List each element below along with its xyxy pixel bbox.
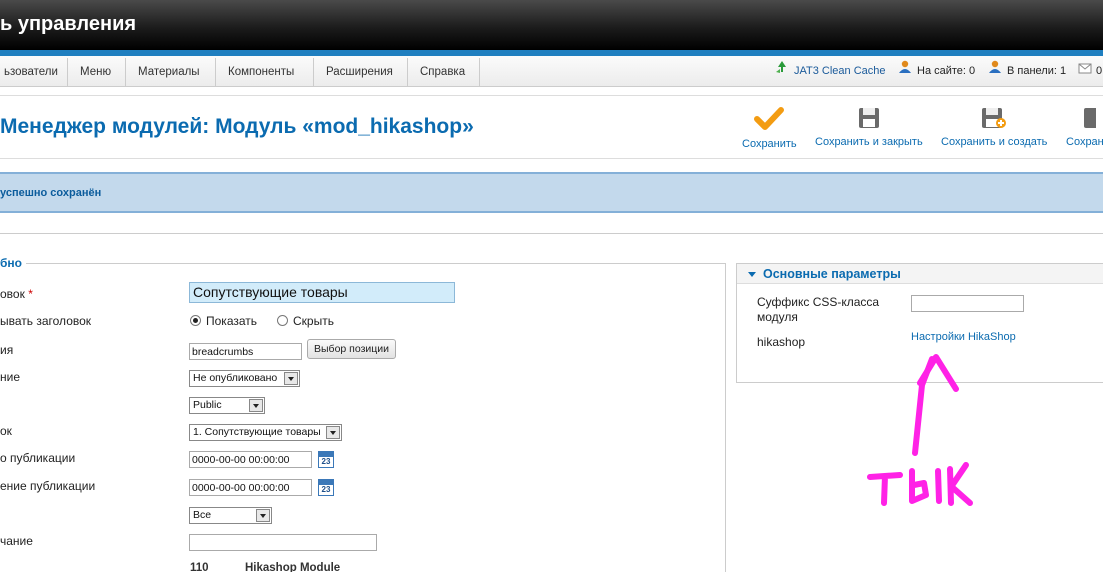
hikashop-settings-link[interactable]: Настройки HikaShop: [911, 331, 1016, 343]
save-copy-button[interactable]: Сохран: [1066, 106, 1103, 148]
handwritten-annotation: [860, 345, 980, 513]
checkmark-icon: [754, 107, 785, 130]
menu-users[interactable]: ьзователи: [0, 58, 68, 86]
user-icon: [988, 56, 1003, 86]
title-label: овок *: [0, 287, 33, 301]
chevron-down-icon: [249, 399, 263, 412]
details-fieldset: [0, 263, 726, 572]
position-label: ия: [0, 343, 14, 357]
page-title: Менеджер модулей: Модуль «mod_hikashop»: [0, 115, 474, 138]
ordering-select[interactable]: 1. Сопутствующие товары: [189, 424, 342, 441]
publish-start-input[interactable]: 0000-00-00 00:00:00: [189, 451, 312, 468]
menu-components[interactable]: Компоненты: [216, 58, 314, 86]
collapse-arrow-icon: [748, 272, 756, 277]
menu-menus[interactable]: Меню: [68, 58, 126, 86]
status-label: ние: [0, 370, 21, 384]
details-legend: бно: [0, 256, 26, 270]
mail-icon: [1078, 56, 1092, 86]
position-input[interactable]: breadcrumbs: [189, 343, 302, 360]
messages-status[interactable]: 0: [1078, 56, 1102, 86]
save-close-button[interactable]: Сохранить и закрыть: [815, 106, 923, 148]
css-suffix-label: Суффикс CSS-класса модуля: [757, 295, 880, 324]
chevron-down-icon: [284, 372, 298, 385]
header-title: ь управления: [0, 13, 137, 35]
users-icon: [898, 56, 913, 86]
calendar-icon[interactable]: 23: [318, 451, 334, 468]
note-input[interactable]: [189, 534, 377, 551]
main-menubar: ьзователи Меню Материалы Компоненты Расш…: [0, 56, 1103, 87]
select-position-button[interactable]: Выбор позиции: [307, 339, 396, 359]
admin-header: ь управления: [0, 0, 1103, 50]
module-id: 110: [190, 562, 209, 572]
note-label: чание: [0, 534, 33, 548]
save-icon: [858, 108, 879, 128]
publish-end-input[interactable]: 0000-00-00 00:00:00: [189, 479, 312, 496]
menu-content[interactable]: Материалы: [126, 58, 216, 86]
chevron-down-icon: [256, 509, 270, 522]
publish-start-label: о публикации: [0, 451, 76, 465]
system-message: успешно сохранён: [0, 172, 1103, 213]
calendar-icon[interactable]: 23: [318, 479, 334, 496]
access-select[interactable]: Public: [189, 397, 265, 414]
arrow-annotation-icon: [867, 354, 973, 506]
css-suffix-input[interactable]: [911, 295, 1024, 312]
menu-extensions[interactable]: Расширения: [314, 58, 408, 86]
save-button[interactable]: Сохранить: [742, 106, 797, 150]
show-title-radio[interactable]: Показать: [190, 314, 257, 328]
save-new-icon: [982, 108, 1007, 128]
radio-hide[interactable]: [277, 315, 288, 326]
ordering-label: ок: [0, 424, 12, 438]
hikashop-label: hikashop: [757, 335, 806, 349]
module-type: Hikashop Module: [245, 562, 341, 572]
menu-help[interactable]: Справка: [408, 58, 480, 86]
toolbar: Менеджер модулей: Модуль «mod_hikashop» …: [0, 95, 1103, 159]
divider: [0, 233, 1103, 234]
status-select[interactable]: Не опубликовано: [189, 370, 300, 387]
recycle-icon: [774, 56, 790, 86]
publish-end-label: ение публикации: [0, 479, 96, 493]
title-input[interactable]: Сопутствующие товары: [189, 282, 455, 303]
params-title: Основные параметры: [763, 267, 901, 281]
message-text: успешно сохранён: [0, 187, 102, 199]
show-title-label: ывать заголовок: [0, 314, 92, 328]
language-select[interactable]: Все: [189, 507, 272, 524]
save-copy-icon: [1083, 108, 1096, 128]
chevron-down-icon: [326, 426, 340, 439]
online-users-status: На сайте: 0: [898, 56, 975, 86]
hide-title-radio[interactable]: Скрыть: [277, 314, 334, 328]
params-header[interactable]: Основные параметры: [737, 264, 1103, 284]
save-new-button[interactable]: Сохранить и создать: [941, 106, 1047, 148]
radio-show[interactable]: [190, 315, 201, 326]
panel-users-status: В панели: 1: [988, 56, 1066, 86]
jat3-cache-link[interactable]: JAT3 Clean Cache: [774, 56, 886, 86]
